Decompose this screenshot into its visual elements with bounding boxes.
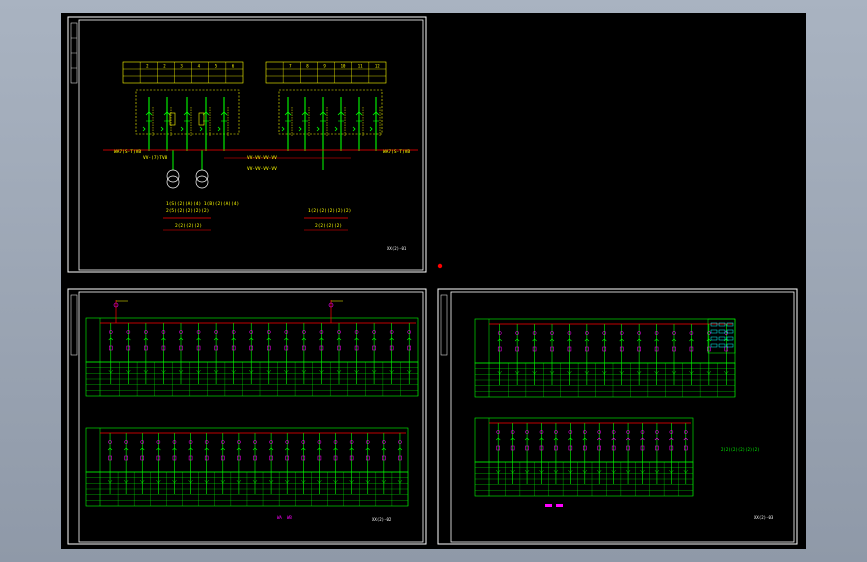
sheet-3-title-block: XX(2)-03 — [754, 515, 774, 520]
feeder-right-5 — [352, 97, 364, 151]
sheet-2-mid-mark-a: WA — [277, 515, 282, 520]
legend-cell — [726, 343, 734, 348]
sheet-1-title-block: XX(2)-01 — [387, 246, 407, 251]
feeder-label-1: VV-(7)TV8 — [143, 155, 168, 161]
cabinet-number: 6 — [232, 64, 235, 69]
transformer-2 — [195, 169, 209, 189]
legend-cell — [726, 322, 734, 327]
sheet-3-binding-strip — [440, 294, 448, 356]
legend-cell — [710, 343, 718, 348]
incoming-feeder-1 — [113, 300, 128, 323]
schedule-sheet3-upper — [474, 318, 736, 398]
legend-cell — [718, 343, 726, 348]
sheet-3-mark-b — [556, 504, 563, 507]
sheet-1-inner-frame — [78, 19, 424, 271]
incoming-feeder-2 — [328, 300, 343, 323]
legend-cell — [710, 322, 718, 327]
sheet-3-mark-a — [545, 504, 552, 507]
legend-cell — [726, 336, 734, 341]
under-label-right: 2(2)(2)(2) — [315, 223, 342, 229]
cabinet-number: 5 — [215, 64, 218, 69]
switchgear-enclosure-right — [278, 89, 383, 135]
cabinet-table-right: 7 8 9 10 11 12 — [265, 61, 387, 84]
legend-cell — [718, 329, 726, 334]
cabinet-table-left: 2 2 3 4 5 6 — [122, 61, 244, 84]
sheet-2-title-block: XX(2)-02 — [372, 517, 392, 522]
feeder-left-1 — [142, 97, 154, 151]
schedule-sheet3-lower — [474, 417, 694, 497]
legend-cell — [718, 322, 726, 327]
cabinet-number: 10 — [341, 64, 346, 69]
feeder-label-3: VV-VV-VV-VV — [247, 166, 277, 172]
sheet-3[interactable]: 2(2)(2)(2)(2)(2) XX(2)-03 — [437, 288, 798, 545]
cabinet-number: 11 — [358, 64, 363, 69]
cabinet-number: 8 — [306, 64, 309, 69]
under-label-left: 2(2)(2)(2) — [175, 223, 202, 229]
cabinet-number: 12 — [375, 64, 380, 69]
bus-label-right: WA7(S-T)VB — [383, 149, 410, 155]
sheet-1-outer-frame — [67, 16, 427, 273]
feeder-left-4 — [199, 97, 211, 151]
feeder-left-2 — [160, 97, 172, 151]
legend-cell — [710, 336, 718, 341]
sheet-3-outer-frame — [437, 288, 798, 545]
cabinet-number: 7 — [289, 64, 292, 69]
sheet-2-switchboard-schedules — [85, 300, 419, 507]
feeder-right-3 — [316, 97, 328, 151]
legend-cell — [710, 329, 718, 334]
sheet-2-mid-mark-b: WB — [287, 515, 292, 520]
sheet-1[interactable]: 2 2 3 4 5 6 7 8 9 10 11 12 WA7(S-T)VB WA7(S-T)VB V… — [67, 16, 427, 273]
transformer-note: 1(S)(2)(A)(4) 1(B)(2)(A)(4) — [166, 201, 239, 207]
feeder-right-4 — [334, 97, 346, 151]
transformer-1 — [166, 169, 180, 189]
schedule-sheet2-lower — [85, 427, 409, 507]
legend-cell — [718, 336, 726, 341]
drawing-canvas[interactable]: 2 2 3 4 5 6 7 8 9 10 11 12 WA7(S-T)VB WA7(S-T)VB V… — [61, 13, 806, 549]
sheet-3-inner-frame — [450, 291, 795, 543]
feeder-right-6 — [369, 97, 381, 151]
right-note: 1(2)(2)(2)(2)(2) — [308, 208, 351, 214]
feeder-left-3 — [180, 97, 192, 151]
feeder-right-2 — [298, 97, 310, 151]
transformer-sub-note: 2(5)(2)(2)(2)(2) — [166, 208, 209, 214]
cabinet-number: 4 — [198, 64, 201, 69]
cabinet-number: 2 — [163, 64, 166, 69]
cad-drawing: 2 2 3 4 5 6 7 8 9 10 11 12 WA7(S-T)VB WA7(S-T)VB V… — [67, 16, 798, 545]
cabinet-number: 2 — [146, 64, 149, 69]
sheet-3-switchboard-schedules — [474, 318, 736, 507]
sheet-2-binding-strip — [70, 294, 78, 356]
sheet-3-note: 2(2)(2)(2)(2)(2) — [721, 447, 760, 452]
cabinet-number: 9 — [323, 64, 326, 69]
feeder-label-2: VV-VV-VV-VV — [247, 155, 277, 161]
cursor-marker — [437, 263, 443, 269]
cabinet-number: 3 — [180, 64, 183, 69]
feeder-right-1 — [281, 97, 293, 151]
feeder-left-5 — [217, 97, 229, 151]
sheet-2[interactable]: WA WB XX(2)-02 — [67, 288, 427, 545]
bus-label-left: WA7(S-T)VB — [114, 149, 141, 155]
schedule-sheet2-upper — [85, 317, 419, 397]
